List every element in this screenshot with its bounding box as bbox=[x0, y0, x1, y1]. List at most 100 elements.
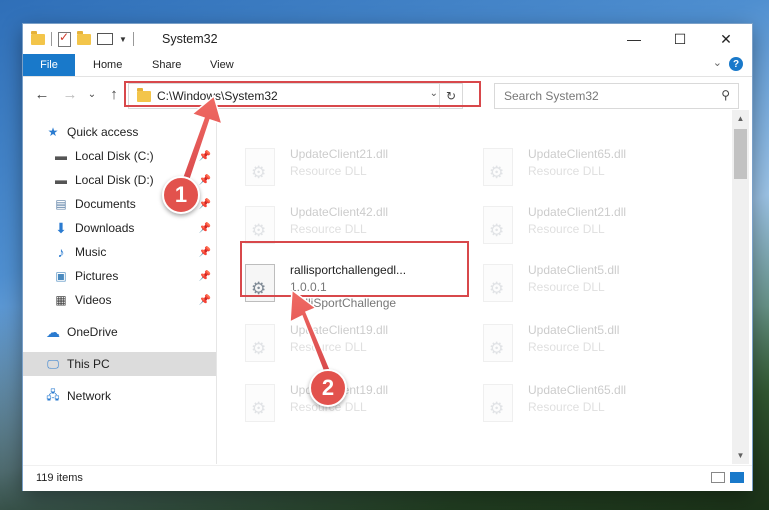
sidebar-item-videos[interactable]: ▦ Videos 📌 bbox=[23, 288, 216, 312]
pin-icon[interactable]: 📌 bbox=[199, 199, 211, 210]
pin-icon[interactable]: 📌 bbox=[199, 223, 211, 234]
search-placeholder: Search System32 bbox=[504, 89, 599, 103]
tab-file[interactable]: File bbox=[23, 54, 75, 76]
details-view-icon[interactable] bbox=[711, 472, 725, 483]
file-name: UpdateClient65.dll bbox=[528, 383, 627, 397]
view-options-icon[interactable] bbox=[97, 33, 113, 45]
customize-toolbar-dropdown-icon[interactable]: ▼ bbox=[119, 35, 127, 44]
list-item[interactable]: UpdateClient21.dll Resource DLL bbox=[217, 140, 447, 190]
folder-icon bbox=[31, 30, 45, 45]
toolbar-divider bbox=[132, 32, 134, 46]
back-button[interactable]: ← bbox=[31, 83, 53, 105]
ribbon-tabs: File Home Share View ⌄ ? bbox=[23, 54, 752, 77]
file-type: Resource DLL bbox=[528, 280, 605, 294]
list-item[interactable]: UpdateClient65.dll Resource DLL bbox=[455, 376, 685, 426]
network-icon: 🖧 bbox=[46, 387, 60, 402]
new-folder-icon[interactable] bbox=[77, 30, 91, 45]
sidebar-item-label: Downloads bbox=[75, 221, 135, 235]
sidebar-item-pictures[interactable]: ▣ Pictures 📌 bbox=[23, 264, 216, 288]
sidebar-item-label: Quick access bbox=[67, 125, 139, 139]
list-item[interactable]: UpdateClient21.dll Resource DLL bbox=[455, 198, 685, 248]
computer-icon: 🖵 bbox=[47, 356, 59, 371]
vertical-scrollbar[interactable]: ▲ ▼ bbox=[732, 110, 749, 464]
downloads-icon: ⬇ bbox=[55, 219, 67, 236]
sidebar-item-label: Videos bbox=[75, 293, 112, 307]
file-highlight-box bbox=[240, 241, 469, 297]
sidebar-item-label: Network bbox=[67, 389, 112, 403]
pin-icon[interactable]: 📌 bbox=[199, 175, 211, 186]
file-name: UpdateClient19.dll bbox=[290, 323, 389, 337]
file-type: Resource DLL bbox=[290, 164, 367, 178]
pin-icon[interactable]: 📌 bbox=[199, 151, 211, 162]
file-type: Resource DLL bbox=[290, 340, 367, 354]
scroll-up-icon[interactable]: ▲ bbox=[732, 110, 749, 127]
music-icon: ♪ bbox=[57, 244, 65, 260]
sidebar-item-onedrive[interactable]: ☁ OneDrive bbox=[23, 320, 216, 344]
search-icon[interactable]: ⚲ bbox=[721, 88, 730, 102]
dll-file-icon bbox=[245, 148, 275, 186]
scrollbar-thumb[interactable] bbox=[734, 129, 747, 179]
dll-file-icon bbox=[245, 324, 275, 362]
tab-share[interactable]: Share bbox=[152, 54, 181, 76]
expand-ribbon-chevron-icon[interactable]: ⌄ bbox=[713, 56, 722, 69]
sidebar-item-local-disk-c[interactable]: ▬ Local Disk (C:) 📌 bbox=[23, 144, 216, 168]
scroll-down-icon[interactable]: ▼ bbox=[732, 447, 749, 464]
sidebar-item-label: Pictures bbox=[75, 269, 119, 283]
cloud-icon: ☁ bbox=[46, 323, 60, 340]
file-explorer-window: ▼ System32 — ☐ ✕ File Home Share View ⌄ … bbox=[23, 24, 752, 491]
file-name: UpdateClient65.dll bbox=[528, 147, 627, 161]
sidebar-item-network[interactable]: 🖧 Network bbox=[23, 384, 216, 408]
tab-home[interactable]: Home bbox=[93, 54, 122, 76]
window-title: System32 bbox=[162, 32, 218, 46]
up-button[interactable]: ↑ bbox=[103, 83, 125, 105]
file-name: UpdateClient5.dll bbox=[528, 263, 620, 277]
list-item[interactable]: UpdateClient5.dll Resource DLL bbox=[455, 316, 685, 366]
file-type: Resource DLL bbox=[528, 340, 605, 354]
tab-view[interactable]: View bbox=[210, 54, 234, 76]
pictures-icon: ▣ bbox=[55, 269, 67, 283]
toolbar-divider bbox=[51, 32, 52, 46]
forward-button[interactable]: → bbox=[59, 83, 81, 105]
close-button[interactable]: ✕ bbox=[703, 24, 749, 54]
search-box[interactable]: Search System32 ⚲ bbox=[494, 83, 739, 109]
sidebar-item-quick-access[interactable]: ★ Quick access bbox=[23, 120, 216, 144]
file-name: UpdateClient5.dll bbox=[528, 323, 620, 337]
list-item[interactable]: UpdateClient5.dll Resource DLL bbox=[455, 256, 685, 306]
quick-access-toolbar: ▼ bbox=[31, 30, 134, 48]
file-type: Resource DLL bbox=[528, 222, 605, 236]
pin-icon[interactable]: 📌 bbox=[199, 271, 211, 282]
list-item[interactable]: UpdateClient19.dll Resource DLL bbox=[217, 316, 447, 366]
file-type: Resource DLL bbox=[290, 222, 367, 236]
address-highlight-box bbox=[124, 81, 481, 107]
pin-icon[interactable]: 📌 bbox=[199, 295, 211, 306]
dll-file-icon bbox=[245, 384, 275, 422]
dll-file-icon bbox=[483, 148, 513, 186]
sidebar-item-music[interactable]: ♪ Music 📌 bbox=[23, 240, 216, 264]
drive-icon: ▬ bbox=[55, 149, 67, 163]
sidebar-item-label: Local Disk (D:) bbox=[75, 173, 154, 187]
sidebar-item-label: Documents bbox=[75, 197, 136, 211]
step-2-marker: 2 bbox=[309, 369, 347, 407]
item-count: 119 items bbox=[36, 472, 83, 484]
properties-check-icon[interactable] bbox=[58, 30, 71, 47]
file-name: UpdateClient42.dll bbox=[290, 205, 389, 219]
file-type: Resource DLL bbox=[528, 164, 605, 178]
sidebar-item-label: This PC bbox=[67, 357, 110, 371]
maximize-button[interactable]: ☐ bbox=[657, 24, 703, 54]
dll-file-icon bbox=[483, 324, 513, 362]
pin-icon[interactable]: 📌 bbox=[199, 247, 211, 258]
recent-locations-button[interactable]: ⌄ bbox=[85, 83, 99, 105]
sidebar-item-this-pc[interactable]: 🖵 This PC bbox=[23, 352, 216, 376]
help-icon[interactable]: ? bbox=[729, 57, 743, 71]
drive-icon: ▬ bbox=[55, 173, 67, 187]
large-icons-view-icon[interactable] bbox=[730, 472, 744, 483]
dll-file-icon bbox=[483, 264, 513, 302]
star-icon: ★ bbox=[47, 125, 59, 139]
sidebar-item-downloads[interactable]: ⬇ Downloads 📌 bbox=[23, 216, 216, 240]
dll-file-icon bbox=[245, 206, 275, 244]
list-item[interactable]: UpdateClient65.dll Resource DLL bbox=[455, 140, 685, 190]
minimize-button[interactable]: — bbox=[611, 24, 657, 54]
dll-file-icon bbox=[483, 384, 513, 422]
file-name: UpdateClient21.dll bbox=[528, 205, 627, 219]
documents-icon: ▤ bbox=[55, 197, 67, 211]
